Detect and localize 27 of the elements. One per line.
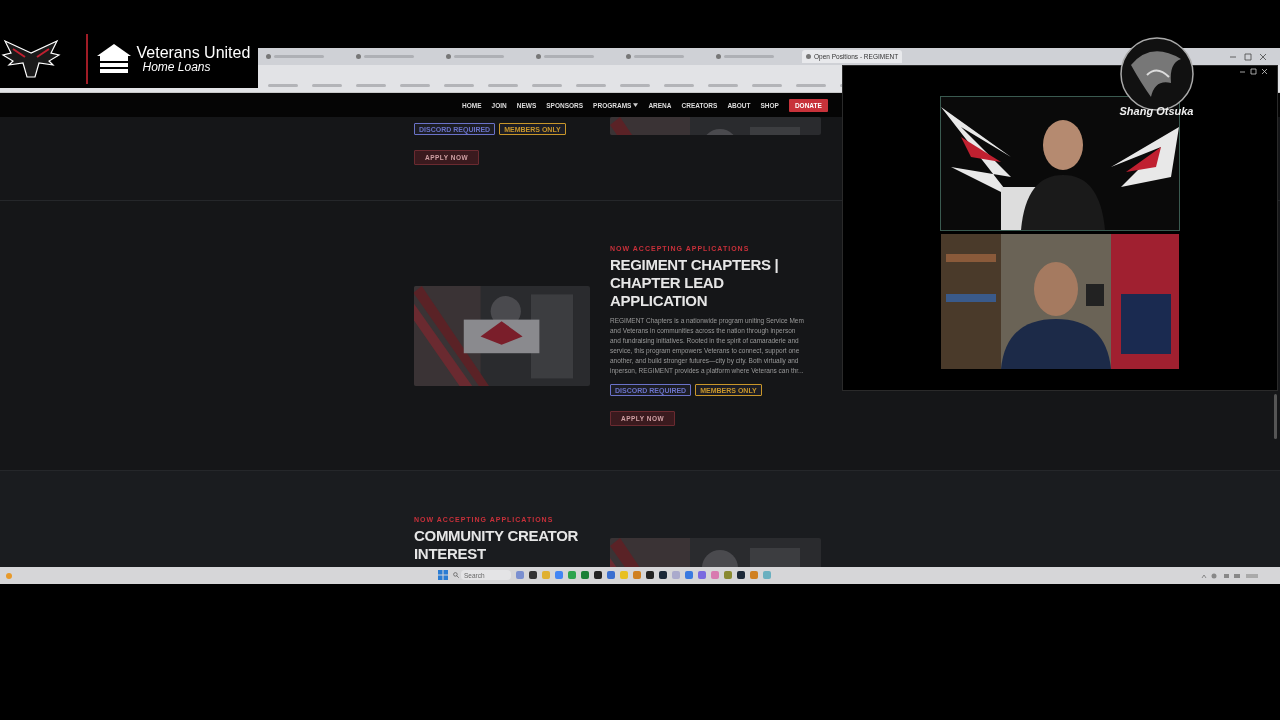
bookmark-item[interactable] <box>532 83 562 87</box>
bookmark-item[interactable] <box>488 83 518 87</box>
section-title: REGIMENT CHAPTERS | CHAPTER LEAD APPLICATION <box>610 256 780 310</box>
streamer-name: Shang Otsuka <box>1119 105 1194 117</box>
bookmark-item[interactable] <box>708 83 738 87</box>
caret-icon <box>633 103 639 107</box>
house-flag-icon <box>95 43 132 75</box>
bookmark-item[interactable] <box>576 83 606 87</box>
windows-start-icon[interactable] <box>438 570 448 580</box>
bookmark-item[interactable] <box>664 83 694 87</box>
sponsor-subtitle: Home Loans <box>141 61 212 74</box>
system-tray-icon[interactable] <box>1200 571 1260 580</box>
eagle-logo-icon <box>1 39 61 79</box>
bookmark-item[interactable] <box>356 83 386 87</box>
section-title: COMMUNITY CREATOR INTEREST <box>414 527 580 563</box>
bookmark-item[interactable] <box>620 83 650 87</box>
sun-icon[interactable] <box>6 572 12 579</box>
bookmark-item[interactable] <box>796 83 826 87</box>
window-controls-icon[interactable] <box>1228 52 1268 61</box>
bookmark-item[interactable] <box>752 83 782 87</box>
bookmark-item[interactable] <box>400 83 430 87</box>
bookmark-item[interactable] <box>444 83 474 87</box>
scrollbar[interactable] <box>1274 394 1277 439</box>
search-icon[interactable] <box>453 572 459 578</box>
sponsor-name: Veterans United <box>136 44 251 61</box>
bookmark-item[interactable] <box>312 83 342 87</box>
bookmark-item[interactable] <box>268 83 298 87</box>
